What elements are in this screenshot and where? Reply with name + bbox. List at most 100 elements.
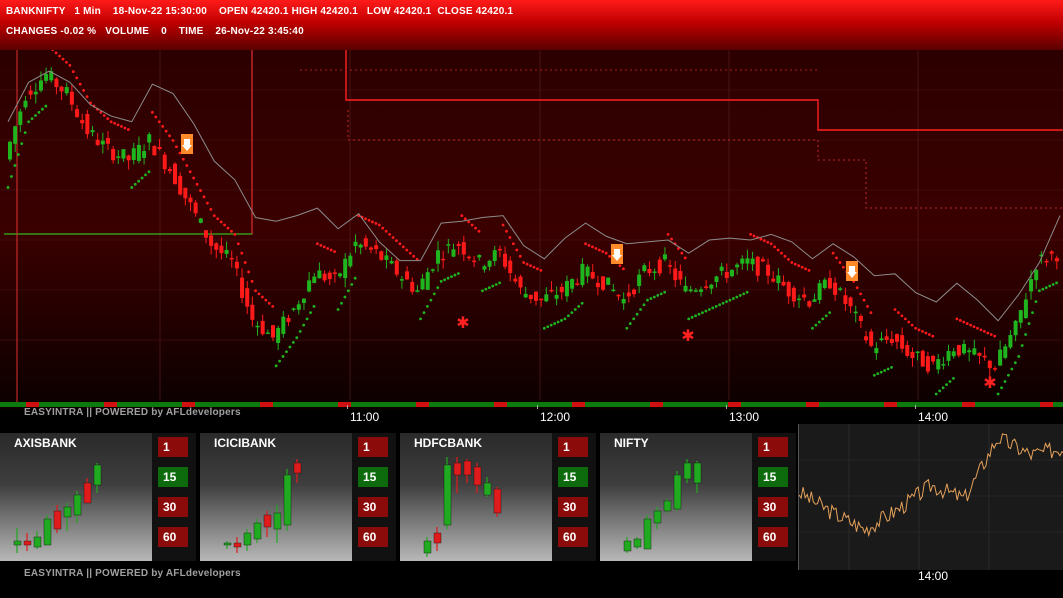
- star-icon: ✱: [983, 373, 996, 392]
- stop-dot: [240, 251, 244, 255]
- tf-60[interactable]: 60: [558, 527, 588, 547]
- tf-30[interactable]: 30: [758, 497, 788, 517]
- candle-body: [549, 289, 554, 292]
- stop-dot: [395, 239, 398, 243]
- watermark-bottom: EASYINTRA || POWERED by AFLdevelopers: [24, 568, 241, 579]
- stop-dot: [271, 304, 275, 308]
- candle-body: [642, 265, 647, 272]
- stop-dot: [1024, 333, 1028, 336]
- stop-dot: [797, 264, 801, 268]
- candle-body: [363, 238, 368, 247]
- stop-dot: [917, 328, 921, 332]
- stop-dot: [900, 314, 904, 318]
- stop-dot: [536, 267, 539, 271]
- stop-dot: [721, 301, 725, 305]
- stop-dot: [553, 322, 557, 325]
- tf-15[interactable]: 15: [758, 467, 788, 487]
- stop-dot: [663, 290, 667, 294]
- candle-body: [745, 258, 750, 264]
- stop-dot: [969, 323, 973, 327]
- candle-body: [559, 286, 564, 293]
- tf-30[interactable]: 30: [158, 497, 188, 517]
- candle-body: [111, 148, 116, 161]
- stop-dot: [429, 298, 433, 302]
- stop-dot: [1010, 367, 1014, 371]
- panel-candle-body: [423, 540, 432, 554]
- candle-body: [838, 288, 843, 290]
- panel-candle-body: [633, 538, 642, 548]
- candle-body: [198, 218, 203, 223]
- stop-dot: [281, 355, 285, 358]
- candle-body: [925, 356, 930, 372]
- stop-dot: [646, 298, 649, 302]
- tf-1[interactable]: 1: [758, 437, 788, 457]
- stop-dot: [340, 301, 343, 305]
- stop-dot: [862, 298, 866, 302]
- tf-60[interactable]: 60: [158, 527, 188, 547]
- stop-dot: [481, 289, 484, 293]
- panel-candles: [13, 463, 102, 553]
- mini-line-chart[interactable]: [798, 424, 1063, 570]
- stop-dot: [938, 389, 942, 393]
- candle-body: [456, 243, 461, 246]
- candle-body: [482, 266, 487, 270]
- tf-60[interactable]: 60: [358, 527, 388, 547]
- stop-dot: [522, 261, 526, 264]
- tf-15[interactable]: 15: [358, 467, 388, 487]
- candle-body: [353, 241, 358, 247]
- time-label: TIME: [178, 26, 204, 37]
- stop-dot: [714, 304, 718, 308]
- stop-dot: [965, 322, 969, 325]
- stop-dot: [1013, 361, 1017, 365]
- candle-body: [209, 235, 214, 246]
- stop-dot: [120, 125, 123, 128]
- stop-dot: [731, 297, 735, 300]
- tf-60[interactable]: 60: [758, 527, 788, 547]
- ohlc-row: BANKNIFTY 1 Min 18-Nov-22 15:30:00 OPEN …: [6, 6, 513, 17]
- panel-candle-body: [223, 542, 232, 546]
- stop-dot: [855, 286, 859, 289]
- stop-dot: [566, 314, 570, 318]
- tf-15[interactable]: 15: [558, 467, 588, 487]
- tf-30[interactable]: 30: [558, 497, 588, 517]
- price-chart[interactable]: ✱ ✱ ✱: [0, 50, 1063, 410]
- tf-15[interactable]: 15: [158, 467, 188, 487]
- candle-body: [64, 87, 69, 94]
- stop-dot: [728, 298, 732, 302]
- stop-dot: [58, 54, 61, 58]
- candle-body: [384, 255, 389, 260]
- panel-title: ICICIBANK: [214, 436, 276, 450]
- panel-candle-body: [493, 488, 502, 514]
- stop-dot: [587, 243, 591, 247]
- stop-dot: [800, 265, 804, 269]
- stop-dot: [879, 370, 883, 374]
- candle-body: [683, 285, 688, 292]
- candle-body: [580, 263, 585, 286]
- stop-dot: [1000, 386, 1003, 390]
- candle-body: [967, 350, 972, 353]
- candle-body: [229, 257, 234, 260]
- stop-dot: [460, 214, 464, 218]
- panel-candle-body: [43, 518, 52, 546]
- stop-dot: [65, 60, 68, 64]
- stop-dot: [945, 383, 948, 387]
- stop-dot: [350, 283, 354, 286]
- stop-dot: [817, 320, 821, 324]
- stop-dot: [267, 301, 271, 305]
- stop-dot: [130, 186, 134, 189]
- candle-body: [848, 297, 853, 307]
- datetime: 18-Nov-22 15:30:00: [112, 6, 208, 17]
- stop-dot: [140, 176, 144, 180]
- tf-1[interactable]: 1: [358, 437, 388, 457]
- stop-dot: [1051, 283, 1055, 286]
- tf-30[interactable]: 30: [358, 497, 388, 517]
- stop-dot: [137, 179, 141, 183]
- candle-body: [116, 156, 121, 158]
- tf-1[interactable]: 1: [558, 437, 588, 457]
- panel-candle-body: [683, 462, 692, 480]
- candle-body: [327, 272, 332, 280]
- stop-dot: [893, 308, 897, 311]
- stop-dot: [450, 275, 453, 279]
- tf-1[interactable]: 1: [158, 437, 188, 457]
- candle-body: [797, 298, 801, 301]
